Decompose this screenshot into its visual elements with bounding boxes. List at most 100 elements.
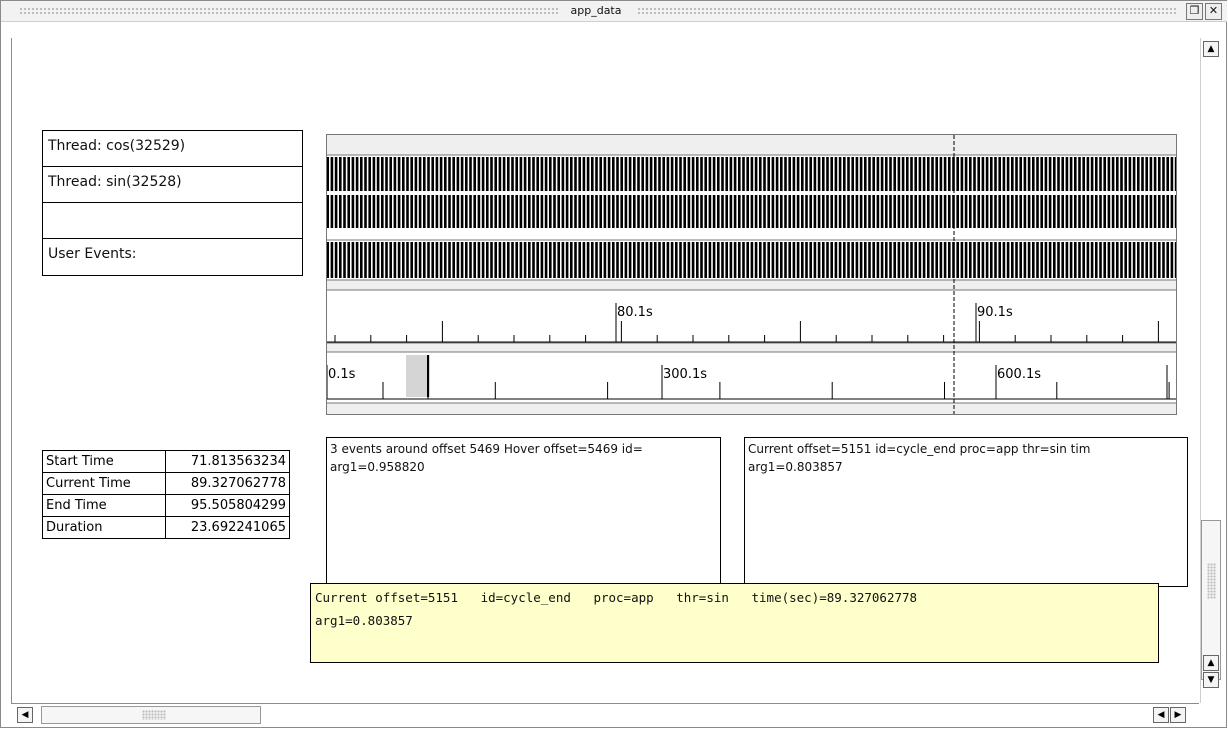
user-event-gap (492, 242, 495, 278)
cos-event-gap (954, 157, 957, 191)
timeline-view[interactable]: 80.1s 90.1s 0.1s 300.1s 600.1s (326, 134, 1177, 415)
sin-event-gap (539, 195, 541, 228)
cos-event-gap (1131, 157, 1133, 191)
cos-event-gap (778, 157, 780, 191)
cos-event-gap (614, 157, 617, 191)
user-event-gap (350, 242, 352, 278)
user-event-gap (1143, 242, 1146, 278)
sin-event-gap (723, 195, 726, 228)
zoom-time-axis[interactable]: 80.1s 90.1s (327, 303, 1176, 343)
close-window-icon[interactable]: ✕ (1205, 3, 1222, 20)
user-event-gap (1001, 242, 1003, 278)
sin-event-gap (564, 195, 566, 228)
user-event-gap (980, 242, 982, 278)
horizontal-scrollbar[interactable]: ◀ ◀ ▶ (11, 706, 1199, 724)
current-event-box: Current offset=5151 id=cycle_end proc=ap… (744, 437, 1188, 587)
user-event-gap (1055, 242, 1058, 278)
sin-event-gap (614, 195, 617, 228)
user-event-gap (875, 242, 877, 278)
cos-event-gap (404, 157, 407, 191)
cos-event-gap (707, 157, 709, 191)
user-event-gap (896, 242, 898, 278)
sin-event-gap (639, 195, 642, 228)
user-event-gap (1173, 242, 1175, 278)
arrow-left-icon[interactable]: ◀ (1153, 707, 1169, 723)
horizontal-scroll-thumb[interactable] (41, 706, 261, 724)
arrow-left-icon[interactable]: ◀ (17, 707, 33, 723)
user-event-gap (933, 242, 936, 278)
cos-event-gap (463, 157, 465, 191)
user-event-gap (1148, 242, 1150, 278)
user-event-gap (585, 242, 587, 278)
user-event-track[interactable] (327, 242, 1176, 278)
sin-event-gap (513, 195, 516, 228)
overview-axis-label: 600.1s (997, 367, 1041, 382)
cos-event-gap (1001, 157, 1003, 191)
overview-selection[interactable] (406, 355, 430, 397)
cos-event-gap (786, 157, 789, 191)
user-event-gap (854, 242, 856, 278)
user-event-gap (757, 242, 759, 278)
cos-event-gap (1068, 157, 1070, 191)
sin-event-gap (694, 195, 696, 228)
user-event-gap (1106, 242, 1108, 278)
user-event-gap (824, 242, 827, 278)
user-event-gap (1022, 242, 1024, 278)
arrow-down-icon[interactable]: ▼ (1203, 672, 1219, 688)
sin-event-gap (778, 195, 780, 228)
arrow-right-icon[interactable]: ▶ (1170, 707, 1186, 723)
cos-event-gap (690, 157, 692, 191)
stat-value: 23.692241065 (165, 516, 290, 539)
user-event-gap (652, 242, 654, 278)
sin-event-gap (715, 195, 717, 228)
cos-event-gap (879, 157, 881, 191)
tooltip-line: Current offset=5151 id=cycle_end proc=ap… (315, 590, 918, 605)
user-event-gap (610, 242, 612, 278)
user-event-gap (392, 242, 394, 278)
user-event-gap (971, 242, 974, 278)
arrow-up-icon[interactable]: ▲ (1203, 41, 1219, 57)
cos-event-gap (1101, 157, 1104, 191)
arrow-up-icon[interactable]: ▲ (1203, 655, 1219, 671)
user-event-gap (988, 242, 990, 278)
overview-axis-label: 300.1s (663, 367, 707, 382)
user-event-gap (1097, 242, 1100, 278)
sin-event-gap (379, 195, 381, 228)
sin-event-gap (560, 195, 562, 228)
user-event-gap (434, 242, 436, 278)
cos-event-gap (329, 157, 331, 191)
sin-event-gap (1085, 195, 1087, 228)
cos-event-gap (547, 157, 549, 191)
user-event-gap (1160, 242, 1163, 278)
sin-event-gap (438, 195, 440, 228)
sin-event-track[interactable] (327, 195, 1176, 228)
user-event-gap (421, 242, 423, 278)
cos-event-gap (1148, 157, 1150, 191)
cos-event-gap (761, 157, 764, 191)
sin-event-gap (791, 195, 793, 228)
track-separator (327, 280, 1176, 290)
sin-event-gap (875, 195, 877, 228)
cos-event-gap (551, 157, 554, 191)
sin-event-gap (669, 195, 671, 228)
cos-event-gap (728, 157, 730, 191)
user-event-gap (1169, 242, 1171, 278)
title-bar[interactable]: app_data ❐ ✕ (1, 1, 1227, 22)
cos-event-gap (476, 157, 478, 191)
restore-window-icon[interactable]: ❐ (1186, 3, 1203, 20)
sin-event-gap (417, 195, 419, 228)
cos-event-gap (375, 157, 377, 191)
user-event-gap (413, 242, 415, 278)
user-event-gap (564, 242, 566, 278)
thumb-grip (142, 710, 166, 720)
cos-event-gap (753, 157, 755, 191)
user-event-gap (681, 242, 684, 278)
user-event-gap (1072, 242, 1074, 278)
zoom-axis-label: 80.1s (617, 305, 653, 320)
user-event-gap (358, 242, 360, 278)
vertical-scrollbar[interactable]: ▲ ▲ ▼ (1200, 38, 1223, 703)
overview-time-axis[interactable]: 0.1s 300.1s 600.1s (327, 361, 1176, 400)
cos-event-gap (942, 157, 944, 191)
sin-event-gap (392, 195, 394, 228)
cos-event-gap (988, 157, 990, 191)
